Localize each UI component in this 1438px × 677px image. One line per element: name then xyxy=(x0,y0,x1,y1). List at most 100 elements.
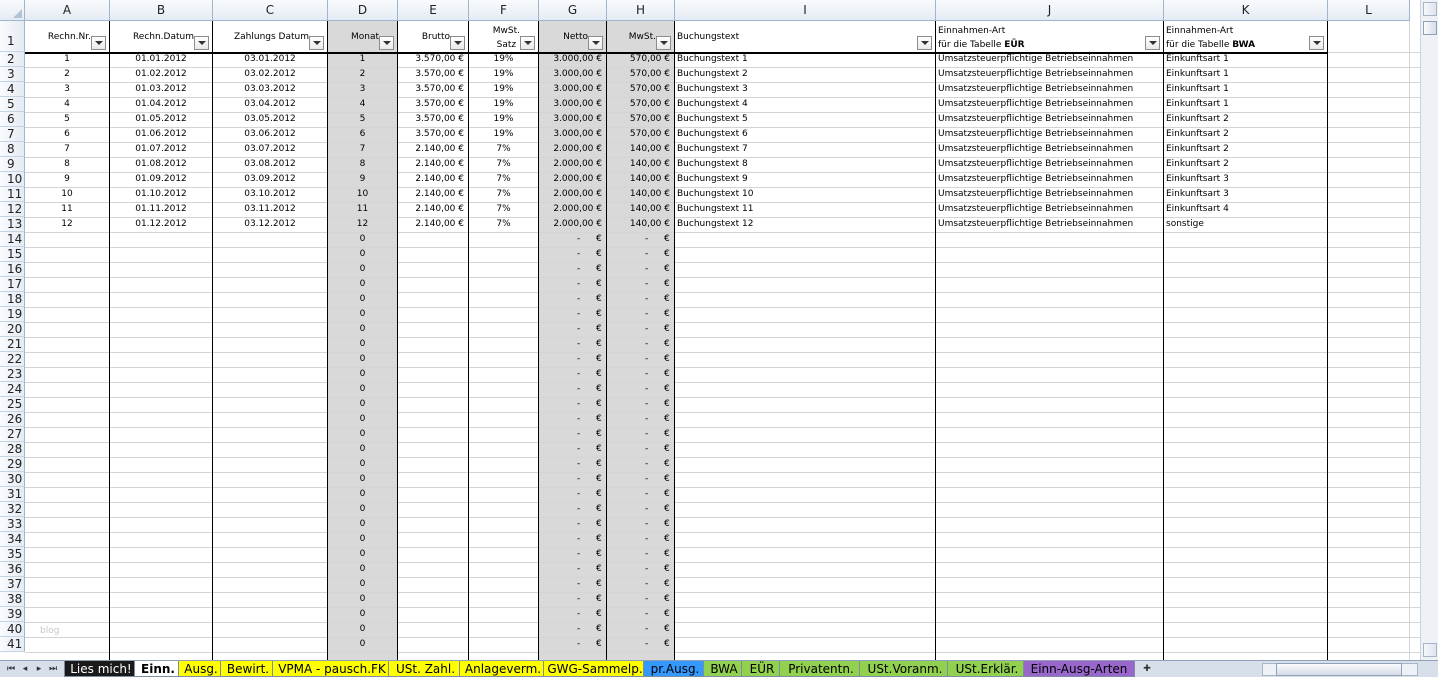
filter-dropdown-icon[interactable] xyxy=(1309,36,1324,50)
cell-g[interactable]: 2.000,00 € xyxy=(539,142,606,157)
cell-h[interactable]: 140,00 € xyxy=(607,202,674,217)
cell-j[interactable]: Umsatzsteuerpflichtige Betriebseinnahmen xyxy=(936,97,1163,112)
insert-sheet-icon[interactable]: ✚ xyxy=(1139,663,1155,675)
sheet-tab[interactable]: Ausg. xyxy=(178,661,224,677)
cell-e[interactable]: 3.570,00 € xyxy=(398,82,468,97)
cell-j[interactable]: Umsatzsteuerpflichtige Betriebseinnahmen xyxy=(936,172,1163,187)
cell-k[interactable]: Einkunftsart 2 xyxy=(1164,112,1327,127)
row-header[interactable]: 11 xyxy=(0,187,25,202)
cell-i[interactable]: Buchungstext 1 xyxy=(675,52,935,67)
cell-f[interactable]: 7% xyxy=(469,172,538,187)
cell-j[interactable]: Umsatzsteuerpflichtige Betriebseinnahmen xyxy=(936,67,1163,82)
row-header[interactable]: 19 xyxy=(0,307,25,322)
row-header[interactable]: 7 xyxy=(0,127,25,142)
cell-d[interactable]: 8 xyxy=(328,157,397,172)
cell-e[interactable]: 3.570,00 € xyxy=(398,67,468,82)
cell-b[interactable]: 01.08.2012 xyxy=(110,157,212,172)
cell-i[interactable]: Buchungstext 12 xyxy=(675,217,935,232)
cell-f[interactable]: 19% xyxy=(469,67,538,82)
cell-f[interactable]: 7% xyxy=(469,157,538,172)
cell-e[interactable]: 2.140,00 € xyxy=(398,142,468,157)
cell-a[interactable]: 8 xyxy=(25,157,109,172)
cell-f[interactable]: 19% xyxy=(469,112,538,127)
cell-g[interactable]: 2.000,00 € xyxy=(539,202,606,217)
cell-h[interactable]: 570,00 € xyxy=(607,97,674,112)
cell-h[interactable]: 570,00 € xyxy=(607,52,674,67)
cell-a[interactable]: 1 xyxy=(25,52,109,67)
cell-k[interactable]: sonstige xyxy=(1164,217,1327,232)
cell-f[interactable]: 19% xyxy=(469,82,538,97)
row-header[interactable]: 31 xyxy=(0,487,25,502)
cell-g[interactable]: 3.000,00 € xyxy=(539,67,606,82)
cell-h[interactable]: 140,00 € xyxy=(607,142,674,157)
sheet-tab[interactable]: VPMA - pausch.FK xyxy=(272,661,392,677)
cell-k[interactable]: Einkunftsart 1 xyxy=(1164,67,1327,82)
row-header[interactable]: 23 xyxy=(0,367,25,382)
cell-d[interactable]: 3 xyxy=(328,82,397,97)
tab-nav-next-icon[interactable]: ▸ xyxy=(33,663,45,675)
cell-e[interactable]: 3.570,00 € xyxy=(398,97,468,112)
row-header[interactable]: 39 xyxy=(0,607,25,622)
row-header[interactable]: 5 xyxy=(0,97,25,112)
column-header-b[interactable]: B xyxy=(110,0,213,21)
cell-b[interactable]: 01.02.2012 xyxy=(110,67,212,82)
filter-dropdown-icon[interactable] xyxy=(379,36,394,50)
cell-j[interactable]: Umsatzsteuerpflichtige Betriebseinnahmen xyxy=(936,52,1163,67)
sheet-tab[interactable]: Privatentn. xyxy=(779,661,863,677)
cell-d[interactable]: 6 xyxy=(328,127,397,142)
cell-j[interactable]: Umsatzsteuerpflichtige Betriebseinnahmen xyxy=(936,217,1163,232)
row-header[interactable]: 18 xyxy=(0,292,25,307)
scroll-down-button[interactable] xyxy=(1423,643,1437,657)
row-header[interactable]: 10 xyxy=(0,172,25,187)
row-header[interactable]: 34 xyxy=(0,532,25,547)
cell-i[interactable]: Buchungstext 4 xyxy=(675,97,935,112)
cell-j[interactable]: Umsatzsteuerpflichtige Betriebseinnahmen xyxy=(936,127,1163,142)
cell-j[interactable]: Umsatzsteuerpflichtige Betriebseinnahmen xyxy=(936,112,1163,127)
cell-k[interactable]: Einkunftsart 3 xyxy=(1164,187,1327,202)
column-header-d[interactable]: D xyxy=(328,0,398,21)
cell-g[interactable]: 3.000,00 € xyxy=(539,97,606,112)
cell-h[interactable]: 570,00 € xyxy=(607,67,674,82)
cell-d[interactable]: 0 xyxy=(328,442,397,457)
cell-f[interactable]: 19% xyxy=(469,97,538,112)
cell-d[interactable]: 0 xyxy=(328,262,397,277)
cell-d[interactable]: 0 xyxy=(328,382,397,397)
cell-b[interactable]: 01.11.2012 xyxy=(110,202,212,217)
cell-e[interactable]: 2.140,00 € xyxy=(398,157,468,172)
cell-d[interactable]: 4 xyxy=(328,97,397,112)
row-header[interactable]: 40 xyxy=(0,622,25,637)
cell-b[interactable]: 01.03.2012 xyxy=(110,82,212,97)
cell-g[interactable]: 3.000,00 € xyxy=(539,112,606,127)
cell-i[interactable]: Buchungstext 3 xyxy=(675,82,935,97)
cell-c[interactable]: 03.07.2012 xyxy=(213,142,327,157)
column-header-i[interactable]: I xyxy=(675,0,936,21)
cell-c[interactable]: 03.02.2012 xyxy=(213,67,327,82)
cell-e[interactable]: 2.140,00 € xyxy=(398,187,468,202)
cell-i[interactable]: Buchungstext 7 xyxy=(675,142,935,157)
cell-f[interactable]: 7% xyxy=(469,187,538,202)
row-header[interactable]: 29 xyxy=(0,457,25,472)
select-all-corner[interactable] xyxy=(0,0,25,21)
filter-dropdown-icon[interactable] xyxy=(1145,36,1160,50)
cell-a[interactable]: 6 xyxy=(25,127,109,142)
sheet-tab[interactable]: GWG-Sammelp. xyxy=(543,661,647,677)
cell-i[interactable]: Buchungstext 8 xyxy=(675,157,935,172)
row-header[interactable]: 16 xyxy=(0,262,25,277)
column-header-j[interactable]: J xyxy=(936,0,1164,21)
cell-i[interactable]: Buchungstext 9 xyxy=(675,172,935,187)
filter-dropdown-icon[interactable] xyxy=(91,36,106,50)
vertical-scroll-thumb[interactable] xyxy=(1423,21,1437,35)
cell-h[interactable]: 140,00 € xyxy=(607,172,674,187)
sheet-tab[interactable]: USt.Erklär. xyxy=(947,661,1027,677)
row-header[interactable]: 24 xyxy=(0,382,25,397)
cell-b[interactable]: 01.04.2012 xyxy=(110,97,212,112)
cell-d[interactable]: 7 xyxy=(328,142,397,157)
row-header[interactable]: 4 xyxy=(0,82,25,97)
cell-d[interactable]: 0 xyxy=(328,352,397,367)
cell-a[interactable]: 4 xyxy=(25,97,109,112)
cell-f[interactable]: 7% xyxy=(469,217,538,232)
cell-a[interactable]: 12 xyxy=(25,217,109,232)
cell-c[interactable]: 03.05.2012 xyxy=(213,112,327,127)
cell-d[interactable]: 10 xyxy=(328,187,397,202)
filter-dropdown-icon[interactable] xyxy=(309,36,324,50)
